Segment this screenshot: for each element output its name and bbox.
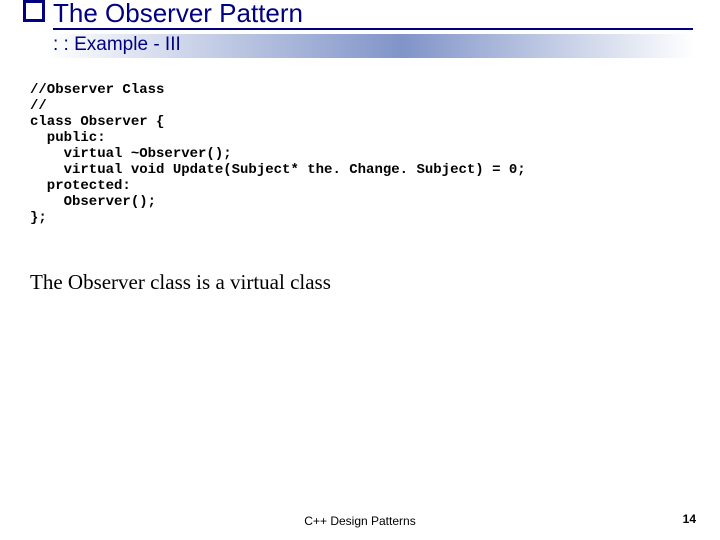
title-bullet-square [23, 0, 45, 22]
slide: The Observer Pattern : : Example - III /… [0, 0, 720, 540]
title-underline [53, 28, 693, 30]
page-number: 14 [683, 512, 696, 526]
body-paragraph: The Observer class is a virtual class [30, 270, 331, 295]
slide-title: The Observer Pattern [53, 0, 303, 28]
code-listing: //Observer Class // class Observer { pub… [30, 82, 526, 226]
footer-text: C++ Design Patterns [0, 514, 720, 528]
slide-subtitle: : : Example - III [53, 33, 181, 57]
